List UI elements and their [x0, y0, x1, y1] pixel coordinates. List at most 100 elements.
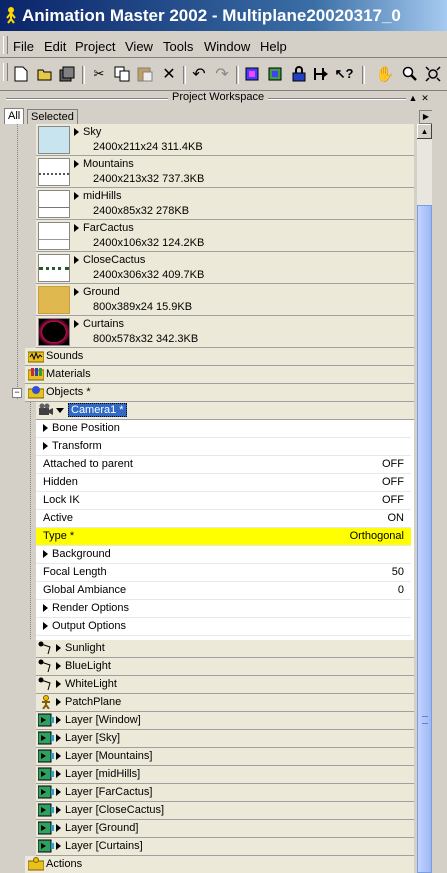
- tab-scroll-right-icon[interactable]: ▶: [419, 110, 433, 124]
- property-value[interactable]: OFF: [382, 476, 404, 488]
- expand-arrow-icon[interactable]: [74, 160, 79, 169]
- tree-scrollbar[interactable]: ▲: [416, 124, 432, 873]
- menu-grip[interactable]: [3, 36, 8, 54]
- scroll-up-icon[interactable]: ▲: [417, 124, 432, 139]
- toolbar-grip[interactable]: [3, 63, 8, 81]
- expand-arrow-icon[interactable]: [43, 550, 48, 559]
- expand-arrow-icon[interactable]: [56, 842, 61, 851]
- object-row-layer-mountains[interactable]: Layer [Mountains]: [36, 748, 414, 766]
- redo-icon[interactable]: ↷: [213, 65, 231, 83]
- expand-arrow-icon[interactable]: [43, 424, 48, 433]
- menu-edit[interactable]: Edit: [44, 39, 66, 54]
- folder-sounds[interactable]: Sounds: [25, 348, 414, 366]
- cut-icon[interactable]: ✂: [90, 65, 108, 83]
- image-row-farcactus[interactable]: FarCactus 2400x106x32 124.2KB: [36, 220, 414, 252]
- object-row-layer-window[interactable]: Layer [Window]: [36, 712, 414, 730]
- expand-arrow-icon[interactable]: [74, 224, 79, 233]
- expand-arrow-icon[interactable]: [74, 320, 79, 329]
- workspace-close-icon[interactable]: ✕: [420, 93, 430, 103]
- property-hidden[interactable]: Hidden OFF: [36, 474, 411, 492]
- image-row-closecactus[interactable]: CloseCactus 2400x306x32 409.7KB: [36, 252, 414, 284]
- property-focal-length[interactable]: Focal Length 50: [36, 564, 411, 582]
- object-row-sunlight[interactable]: Sunlight: [36, 640, 414, 658]
- property-lock-ik[interactable]: Lock IK OFF: [36, 492, 411, 510]
- tab-all[interactable]: All: [4, 108, 25, 125]
- fit-icon[interactable]: [424, 65, 442, 83]
- property-value[interactable]: OFF: [382, 494, 404, 506]
- expand-arrow-icon[interactable]: [56, 734, 61, 743]
- title-bar[interactable]: Animation Master 2002 - Multiplane200203…: [0, 0, 447, 31]
- property-value[interactable]: 0: [398, 584, 404, 596]
- property-render-options[interactable]: Render Options: [36, 600, 411, 618]
- expand-arrow-icon[interactable]: [56, 698, 61, 707]
- folder-materials[interactable]: Materials: [25, 366, 414, 384]
- object-row-whitelight[interactable]: WhiteLight: [36, 676, 414, 694]
- expand-arrow-icon[interactable]: [56, 788, 61, 797]
- property-background[interactable]: Background: [36, 546, 411, 564]
- expand-arrow-icon[interactable]: [56, 680, 61, 689]
- menu-help[interactable]: Help: [260, 39, 287, 54]
- menu-project[interactable]: Project: [75, 39, 115, 54]
- property-value[interactable]: OFF: [382, 458, 404, 470]
- object-row-layer-midhills[interactable]: Layer [midHills]: [36, 766, 414, 784]
- property-active[interactable]: Active ON: [36, 510, 411, 528]
- image-row-mountains[interactable]: Mountains 2400x213x32 737.3KB: [36, 156, 414, 188]
- menu-window[interactable]: Window: [204, 39, 250, 54]
- property-global-ambiance[interactable]: Global Ambiance 0: [36, 582, 411, 600]
- image-row-sky[interactable]: Sky 2400x211x24 311.4KB: [36, 124, 414, 156]
- help-icon[interactable]: ↖?: [335, 65, 354, 83]
- expand-arrow-icon[interactable]: [74, 256, 79, 265]
- render-icon[interactable]: [243, 65, 261, 83]
- folder-objects[interactable]: Objects *: [25, 384, 414, 402]
- expand-arrow-icon[interactable]: [43, 622, 48, 631]
- object-row-layer-farcactus[interactable]: Layer [FarCactus]: [36, 784, 414, 802]
- menu-view[interactable]: View: [125, 39, 153, 54]
- property-value[interactable]: Orthogonal: [350, 530, 404, 542]
- object-row-layer-sky[interactable]: Layer [Sky]: [36, 730, 414, 748]
- object-row-layer-closecactus[interactable]: Layer [CloseCactus]: [36, 802, 414, 820]
- collapse-objects-icon[interactable]: −: [12, 388, 22, 398]
- expand-arrow-icon[interactable]: [56, 806, 61, 815]
- property-type[interactable]: Type * Orthogonal: [36, 528, 411, 546]
- menu-file[interactable]: File: [13, 39, 34, 54]
- object-row-layer-curtains[interactable]: Layer [Curtains]: [36, 838, 414, 856]
- camera-row[interactable]: Camera1 *: [36, 402, 414, 420]
- image-row-curtains[interactable]: Curtains 800x578x32 342.3KB: [36, 316, 414, 348]
- expand-arrow-icon[interactable]: [56, 662, 61, 671]
- render-to-file-icon[interactable]: [266, 65, 284, 83]
- property-bone-position[interactable]: Bone Position: [36, 420, 411, 438]
- zoom-icon[interactable]: [401, 65, 419, 83]
- new-icon[interactable]: [12, 65, 30, 83]
- hand-icon[interactable]: ✋: [376, 65, 395, 83]
- expand-arrow-icon[interactable]: [74, 128, 79, 137]
- expand-arrow-icon[interactable]: [74, 288, 79, 297]
- image-row-ground[interactable]: Ground 800x389x24 15.9KB: [36, 284, 414, 316]
- tab-selected[interactable]: Selected: [27, 109, 78, 124]
- expand-arrow-icon[interactable]: [43, 442, 48, 451]
- object-row-bluelight[interactable]: BlueLight: [36, 658, 414, 676]
- property-value[interactable]: ON: [388, 512, 405, 524]
- expand-arrow-icon[interactable]: [43, 604, 48, 613]
- image-row-midhills[interactable]: midHills 2400x85x32 278KB: [36, 188, 414, 220]
- property-output-options[interactable]: Output Options: [36, 618, 411, 636]
- property-transform[interactable]: Transform: [36, 438, 411, 456]
- choreography-icon[interactable]: [312, 65, 330, 83]
- object-row-patchplane[interactable]: PatchPlane: [36, 694, 414, 712]
- menu-tools[interactable]: Tools: [163, 39, 193, 54]
- expand-arrow-icon[interactable]: [56, 824, 61, 833]
- lock-icon[interactable]: [290, 65, 308, 83]
- copy-icon[interactable]: [113, 65, 131, 83]
- collapse-arrow-icon[interactable]: [56, 407, 64, 413]
- open-icon[interactable]: [36, 65, 54, 83]
- undo-icon[interactable]: ↶: [190, 65, 208, 83]
- folder-actions[interactable]: Actions: [25, 856, 414, 873]
- paste-icon[interactable]: [136, 65, 154, 83]
- expand-arrow-icon[interactable]: [56, 770, 61, 779]
- property-attached-to-parent[interactable]: Attached to parent OFF: [36, 456, 411, 474]
- scroll-thumb[interactable]: [417, 205, 432, 873]
- expand-arrow-icon[interactable]: [56, 752, 61, 761]
- save-all-icon[interactable]: [58, 65, 76, 83]
- delete-icon[interactable]: ✕: [160, 65, 178, 83]
- expand-arrow-icon[interactable]: [74, 192, 79, 201]
- object-row-layer-ground[interactable]: Layer [Ground]: [36, 820, 414, 838]
